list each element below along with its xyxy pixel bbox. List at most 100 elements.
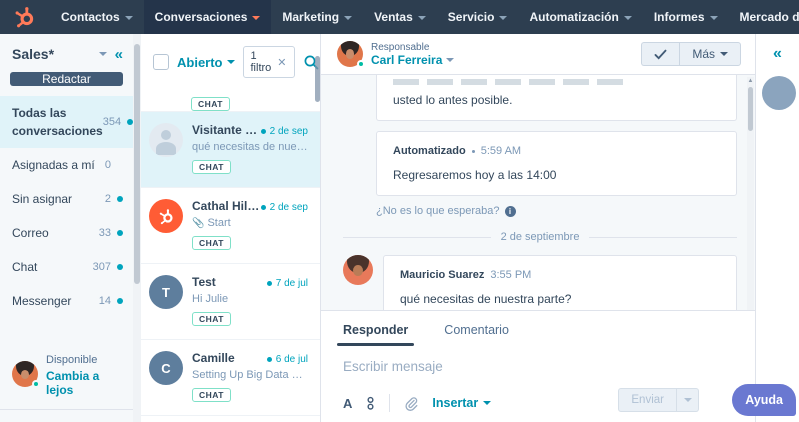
insert-dropdown[interactable]: Insertar bbox=[432, 396, 491, 410]
view-todas-las-conversaciones[interactable]: Todas las conversaciones 354 bbox=[0, 96, 133, 148]
attach-file-icon[interactable] bbox=[404, 396, 418, 411]
channel-tag: CHAT bbox=[192, 312, 231, 326]
composer-tabs: Responder Comentario bbox=[321, 311, 755, 346]
send-options-caret[interactable] bbox=[677, 388, 699, 412]
remove-filter-icon[interactable]: ✕ bbox=[277, 56, 286, 69]
info-icon[interactable]: i bbox=[505, 206, 516, 217]
view-correo[interactable]: Correo 33 bbox=[0, 216, 133, 250]
view-chat[interactable]: Chat 307 bbox=[0, 250, 133, 284]
message-time: 5:59 AM bbox=[481, 145, 521, 157]
chevron-down-icon bbox=[344, 16, 352, 20]
channel-tag: CHAT bbox=[192, 160, 231, 174]
main-menu: Contactos Conversaciones Marketing Venta… bbox=[50, 0, 799, 34]
chevron-down-icon bbox=[499, 16, 507, 20]
availability-label: Disponible bbox=[46, 352, 121, 369]
chevron-down-icon bbox=[418, 16, 426, 20]
visitor-message-row: Mauricio Suarez 3:55 PM qué necesitas de… bbox=[343, 255, 737, 310]
visitor-message-card: Mauricio Suarez 3:55 PM qué necesitas de… bbox=[383, 255, 737, 310]
feedback-prompt: ¿No es lo que esperaba? i bbox=[376, 205, 737, 217]
inbox-sidebar: Sales* « Redactar Todas las conversacion… bbox=[0, 34, 133, 422]
check-icon bbox=[654, 49, 667, 60]
attachment-icon: 📎 bbox=[192, 218, 204, 229]
inbox-settings-row: Configuración de la bbox=[0, 409, 133, 422]
message-history: usted lo antes posible. Automatizado 5:5… bbox=[321, 75, 755, 310]
channel-tag: CHAT bbox=[192, 236, 231, 250]
chevron-down-icon bbox=[252, 16, 260, 20]
thread-header: Responsable Carl Ferreira Más bbox=[321, 34, 755, 75]
help-button[interactable]: Ayuda bbox=[732, 384, 796, 416]
view-sin-asignar[interactable]: Sin asignar 2 bbox=[0, 182, 133, 216]
message-time: 3:55 PM bbox=[490, 269, 531, 281]
message-input[interactable]: Escribir mensaje bbox=[321, 346, 755, 387]
hubspot-logo[interactable] bbox=[0, 0, 50, 34]
mark-closed-button[interactable] bbox=[641, 42, 679, 66]
tab-responder[interactable]: Responder bbox=[343, 323, 408, 346]
view-messenger[interactable]: Messenger 14 bbox=[0, 284, 133, 318]
sidebar-scrollbar[interactable] bbox=[133, 34, 141, 422]
scrollbar-thumb[interactable] bbox=[134, 44, 140, 284]
composer-toolbar: A Insertar bbox=[343, 394, 491, 412]
scroll-up-icon[interactable]: ▲ bbox=[747, 78, 754, 84]
text-format-icon[interactable]: A bbox=[343, 396, 352, 411]
message-author: Mauricio Suarez bbox=[400, 269, 484, 281]
collapse-panel-icon[interactable]: « bbox=[756, 46, 799, 62]
nav-automatizacion[interactable]: Automatización bbox=[518, 0, 642, 34]
reply-composer: Responder Comentario Escribir mensaje A … bbox=[321, 310, 755, 422]
collapse-sidebar-icon[interactable]: « bbox=[115, 47, 123, 62]
available-status-dot bbox=[32, 380, 40, 388]
tab-comentario[interactable]: Comentario bbox=[444, 323, 509, 346]
conversation-items: CHAT Visitante descon... 2 de sep qué ne… bbox=[141, 88, 320, 422]
snippets-icon[interactable] bbox=[366, 396, 375, 411]
unread-dot bbox=[267, 281, 272, 286]
clipped-text-line bbox=[393, 79, 628, 85]
chevron-down-icon bbox=[624, 16, 632, 20]
view-asignadas-a-mi[interactable]: Asignadas a mí 0 bbox=[0, 148, 133, 182]
chevron-down-icon bbox=[125, 16, 133, 20]
nav-ventas[interactable]: Ventas bbox=[363, 0, 437, 34]
visitor-avatar bbox=[343, 255, 373, 285]
conversation-item[interactable]: T Test 7 de jul Hi Julie CHAT bbox=[141, 264, 320, 340]
status-filter-dropdown[interactable]: Abierto bbox=[177, 55, 235, 70]
conversation-item[interactable]: Visitante descon... 2 de sep qué necesit… bbox=[141, 112, 320, 188]
thread-scrollbar[interactable]: ▲ bbox=[747, 77, 754, 310]
unread-dot bbox=[117, 298, 123, 304]
nav-conversaciones[interactable]: Conversaciones bbox=[144, 0, 272, 34]
user-avatar bbox=[12, 361, 38, 387]
scrollbar-thumb[interactable] bbox=[748, 87, 753, 131]
compose-button[interactable]: Redactar bbox=[10, 72, 123, 86]
conversation-item-partial-top[interactable]: CHAT bbox=[141, 88, 320, 112]
owner-avatar bbox=[337, 41, 363, 67]
conversation-list-header: Abierto 1 filtro✕ bbox=[141, 34, 320, 88]
message-card-partial: usted lo antes posible. bbox=[376, 75, 737, 121]
select-all-checkbox[interactable] bbox=[153, 54, 169, 70]
conversation-item[interactable]: Cathal Hilliard 2 de sep 📎Start CHAT bbox=[141, 188, 320, 264]
change-availability-link[interactable]: Cambia a lejos bbox=[46, 369, 121, 397]
chevron-down-icon bbox=[446, 58, 454, 62]
nav-marketing[interactable]: Marketing bbox=[271, 0, 363, 34]
chevron-down-icon bbox=[720, 52, 728, 56]
conversation-list-scrollbar-thumb[interactable] bbox=[315, 56, 320, 102]
nav-informes[interactable]: Informes bbox=[643, 0, 729, 34]
unread-dot bbox=[261, 205, 266, 210]
conversation-item[interactable]: Visitante descon... 6 de jul bbox=[141, 416, 320, 422]
filter-chip[interactable]: 1 filtro✕ bbox=[243, 46, 295, 78]
thread-actions: Más bbox=[641, 42, 741, 66]
nav-contactos[interactable]: Contactos bbox=[50, 0, 144, 34]
more-actions-button[interactable]: Más bbox=[679, 42, 741, 66]
chevron-down-icon bbox=[483, 401, 491, 405]
unread-dot bbox=[267, 357, 272, 362]
contact-initial-avatar: T bbox=[149, 275, 183, 309]
inbox-name[interactable]: Sales* bbox=[12, 46, 54, 62]
send-button[interactable]: Enviar bbox=[618, 388, 677, 412]
owner-select[interactable]: Carl Ferreira bbox=[371, 53, 454, 67]
inbox-switcher-caret-icon[interactable] bbox=[99, 52, 107, 56]
nav-mercado-de-materiales[interactable]: Mercado de materiales bbox=[729, 0, 799, 34]
owner-label: Responsable bbox=[371, 42, 454, 53]
conversation-list: Abierto 1 filtro✕ CHAT Visitante descon.… bbox=[141, 34, 321, 422]
unread-dot bbox=[117, 196, 123, 202]
channel-tag: CHAT bbox=[191, 97, 230, 111]
message-author: Automatizado bbox=[393, 145, 466, 157]
conversation-thread: Responsable Carl Ferreira Más usted lo a… bbox=[321, 34, 755, 422]
conversation-item[interactable]: C Camille 6 de jul Setting Up Big Data C… bbox=[141, 340, 320, 416]
nav-servicio[interactable]: Servicio bbox=[437, 0, 519, 34]
